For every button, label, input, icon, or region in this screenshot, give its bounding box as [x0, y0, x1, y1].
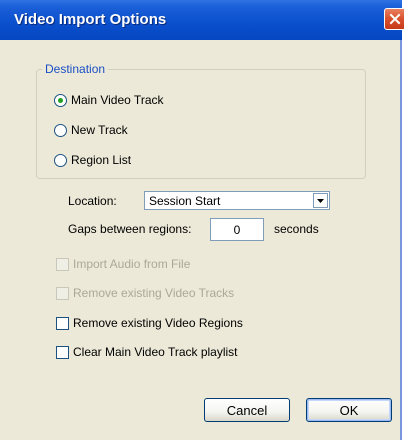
checkbox-import-audio[interactable]: Import Audio from File	[56, 256, 190, 272]
checkbox-clear-playlist[interactable]: Clear Main Video Track playlist	[56, 344, 238, 360]
gaps-unit: seconds	[274, 222, 319, 236]
checkbox-label: Clear Main Video Track playlist	[73, 345, 238, 359]
title-bar[interactable]: Video Import Options	[0, 0, 404, 40]
ok-button[interactable]: OK	[306, 398, 392, 422]
radio-button-checked[interactable]	[54, 93, 67, 107]
checkbox-label: Import Audio from File	[73, 257, 191, 271]
destination-label: Destination	[42, 62, 109, 76]
radio-label: Main Video Track	[71, 93, 164, 107]
cancel-button[interactable]: Cancel	[204, 398, 290, 422]
checkbox-remove-video-tracks[interactable]: Remove existing Video Tracks	[56, 285, 234, 301]
chevron-down-icon[interactable]	[313, 193, 328, 208]
location-label: Location:	[68, 194, 117, 208]
radio-button[interactable]	[54, 123, 67, 137]
radio-label: Region List	[71, 153, 132, 167]
gaps-label: Gaps between regions:	[68, 222, 192, 236]
checkbox-label: Remove existing Video Regions	[73, 316, 243, 330]
checkbox[interactable]	[56, 345, 69, 359]
location-select[interactable]: Session Start	[144, 191, 330, 210]
checkbox[interactable]	[56, 286, 69, 300]
location-select-value: Session Start	[149, 194, 221, 208]
gaps-input[interactable]	[210, 218, 264, 241]
radio-main-video-track[interactable]: Main Video Track	[54, 92, 164, 108]
video-import-options-dialog: Video Import Options Destination Main Vi…	[0, 0, 404, 440]
checkbox[interactable]	[56, 316, 69, 330]
close-button[interactable]	[384, 8, 404, 30]
radio-button[interactable]	[54, 153, 67, 167]
checkbox-label: Remove existing Video Tracks	[73, 286, 235, 300]
window-title: Video Import Options	[14, 11, 167, 28]
close-icon	[389, 13, 401, 25]
radio-label: New Track	[71, 123, 128, 137]
checkbox[interactable]	[56, 257, 69, 271]
checkbox-remove-video-regions[interactable]: Remove existing Video Regions	[56, 315, 243, 331]
radio-new-track[interactable]: New Track	[54, 122, 128, 138]
radio-region-list[interactable]: Region List	[54, 152, 131, 168]
